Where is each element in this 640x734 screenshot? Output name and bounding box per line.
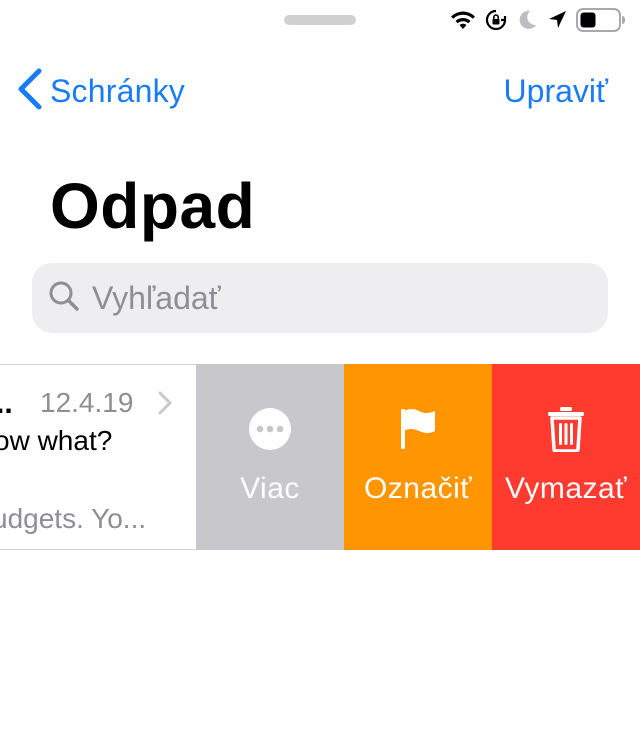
battery-icon: [576, 7, 626, 33]
search-input[interactable]: Vyhľadať: [32, 263, 608, 333]
delete-action-label: Vymazať: [504, 472, 627, 505]
edit-button[interactable]: Upraviť: [504, 68, 608, 114]
trash-icon: [546, 406, 586, 457]
more-action-label: Viac: [240, 472, 300, 505]
delete-action-button[interactable]: Vymazať: [492, 364, 640, 550]
mail-subject: ow what?: [0, 425, 113, 456]
flag-icon: [398, 407, 438, 456]
back-button[interactable]: Schránky: [16, 68, 185, 114]
flag-action-button[interactable]: Označiť: [344, 364, 492, 550]
ellipsis-circle-icon: [248, 407, 292, 456]
search-icon: [46, 278, 82, 319]
flag-action-label: Označiť: [363, 472, 473, 505]
chevron-left-icon: [16, 67, 44, 116]
status-bar: [0, 0, 640, 40]
more-action-button[interactable]: Viac: [196, 364, 344, 550]
back-label: Schránky: [50, 72, 185, 109]
navigation-bar: Schránky Upraviť: [0, 64, 640, 118]
chevron-right-icon: [156, 389, 174, 422]
mail-preview: udgets. Yo...: [0, 503, 147, 534]
orientation-lock-icon: [484, 8, 508, 32]
search-placeholder: Vyhľadať: [92, 279, 221, 316]
mail-row[interactable]: .. 12.4.19 ow what? udgets. Yo... Viac: [0, 364, 640, 550]
mail-sender: ..: [0, 387, 13, 420]
wifi-icon: [450, 10, 476, 30]
page-title: Odpad: [50, 170, 256, 242]
home-indicator: [284, 15, 356, 25]
mail-date: 12.4.19: [40, 387, 134, 418]
mail-item[interactable]: .. 12.4.19 ow what? udgets. Yo...: [0, 364, 196, 550]
location-arrow-icon: [546, 9, 568, 31]
moon-icon: [516, 9, 538, 31]
status-icons: [450, 6, 626, 34]
